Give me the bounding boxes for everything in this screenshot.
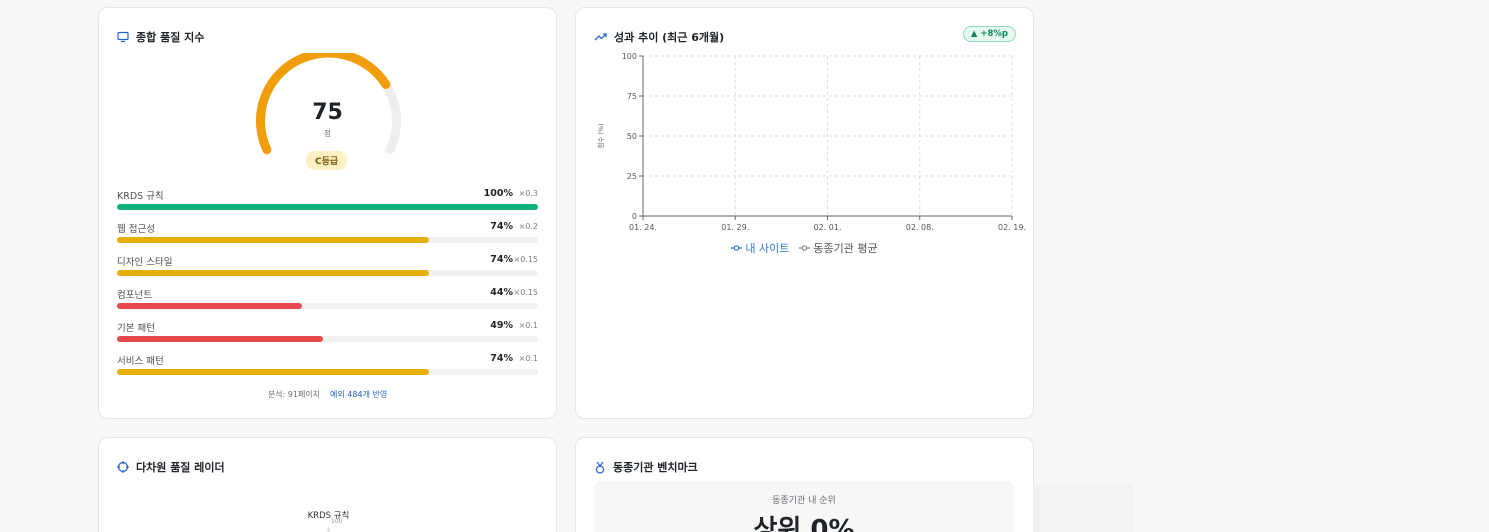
y-axis-label: 점수 (%) [597, 123, 605, 148]
analysis-pages: 분석: 91페이지 [267, 390, 321, 399]
gauge-score-unit: 점 [324, 129, 331, 138]
metric-weight: ×0.3 [518, 189, 538, 198]
trend-title-text: 성과 추이 (최근 6개월) [614, 31, 725, 44]
metric-weight: ×0.2 [518, 222, 538, 231]
metric-progress-fill [117, 237, 429, 243]
y-tick-label: 50 [627, 132, 637, 141]
metric-progress-fill [117, 303, 303, 309]
metric-progress-track [117, 336, 538, 342]
metric-percent: 44% [490, 287, 513, 298]
metric-progress-track [117, 237, 538, 243]
radar-axis-label: KRDS 규칙 [307, 511, 350, 521]
metric-weight: ×0.1 [518, 321, 538, 330]
metric-progress-fill [117, 270, 429, 276]
metric-percent: 49% [490, 320, 513, 331]
metric-weight: ×0.15 [513, 255, 538, 264]
metric-label: 컴포넌트 [117, 290, 152, 301]
y-tick-label: 100 [622, 52, 637, 61]
trend-legend: 내 사이트 동종기관 평균 [576, 240, 1033, 256]
radar-card: 다차원 품질 레이더 KRDS 규칙 100 [98, 437, 557, 532]
metric-percent: 100% [483, 188, 513, 199]
y-tick-label: 75 [627, 92, 637, 101]
x-tick-label: 02. 08. [906, 223, 934, 232]
x-tick-label: 01. 24. [629, 223, 657, 232]
metric-label: KRDS 규칙 [117, 191, 164, 202]
metric-weight: ×0.15 [513, 288, 538, 297]
metric-progress-track [117, 204, 538, 210]
metric-percent: 74% [490, 221, 513, 232]
y-tick-label: 25 [627, 172, 637, 181]
crosshair-icon [117, 461, 129, 473]
analysis-footer: 분석: 91페이지 예외 484개 반영 [99, 389, 556, 400]
rank-label: 동종기관 내 순위 [772, 496, 836, 506]
metric-weight: ×0.1 [518, 354, 538, 363]
x-tick-label: 02. 19. [998, 223, 1026, 232]
metric-label: 디자인 스타일 [117, 257, 173, 268]
rank-value: 상위 0% [753, 515, 855, 532]
legend-item-mine[interactable]: 내 사이트 [731, 240, 789, 256]
trending-up-icon [594, 33, 607, 41]
metric-progress-track [117, 270, 538, 276]
medal-icon [595, 461, 605, 474]
metric-label: 기본 패턴 [117, 323, 155, 334]
trend-title: 성과 추이 (최근 6개월) [594, 29, 724, 45]
legend-avg-marker-icon [799, 245, 811, 251]
metric-progress-fill [117, 204, 538, 210]
legend-item-avg[interactable]: 동종기관 평균 [799, 240, 878, 256]
rank-box: 동종기관 내 순위 상위 0% [594, 481, 1014, 532]
radar-chart [326, 526, 331, 532]
metric-label: 서비스 패턴 [117, 356, 164, 367]
metric-progress-fill [117, 336, 324, 342]
radar-axis-max: 100 [331, 518, 343, 525]
benchmark-title-text: 동종기관 벤치마크 [613, 461, 698, 474]
grade-badge: C등급 [306, 151, 348, 170]
radar-title: 다차원 품질 레이더 [117, 459, 225, 475]
trend-card: 성과 추이 (최근 6개월) ▲ +8%p 0 25 50 75 100 01. 24. 0… [575, 7, 1034, 419]
x-tick-label: 02. 01. [814, 223, 842, 232]
background-strip [1033, 485, 1133, 532]
monitor-icon [117, 31, 129, 43]
legend-mine-label: 내 사이트 [745, 242, 790, 255]
gauge-score: 75 [312, 100, 343, 125]
quality-index-title-text: 종합 품질 지수 [136, 31, 205, 44]
legend-avg-label: 동종기관 평균 [813, 242, 878, 255]
metric-progress-track [117, 303, 538, 309]
exceptions-link[interactable]: 예외 484개 반영 [330, 390, 387, 399]
metric-progress-track [117, 369, 538, 375]
y-tick-label: 0 [632, 212, 637, 221]
benchmark-title: 동종기관 벤치마크 [594, 459, 698, 475]
metric-label: 웹 접근성 [117, 224, 155, 235]
metric-progress-fill [117, 369, 429, 375]
benchmark-card: 동종기관 벤치마크 동종기관 내 순위 상위 0% [575, 437, 1034, 532]
metric-percent: 74% [490, 254, 513, 265]
x-tick-label: 01. 29. [721, 223, 749, 232]
quality-index-title: 종합 품질 지수 [117, 29, 204, 45]
legend-mine-marker-icon [731, 245, 743, 251]
quality-index-card: 종합 품질 지수 75 점 C등급 KRDS 규칙 100% ×0.3 웹 접근성 74… [98, 7, 557, 419]
radar-title-text: 다차원 품질 레이더 [136, 461, 225, 474]
metric-percent: 74% [490, 353, 513, 364]
trend-change-badge: ▲ +8%p [962, 26, 1016, 42]
